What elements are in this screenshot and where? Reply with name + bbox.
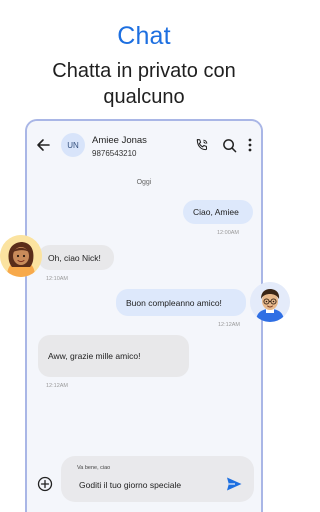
message-bubble[interactable]: Buon compleanno amico!: [116, 289, 246, 316]
contact-avatar[interactable]: UN: [61, 133, 85, 157]
promo-subtitle: Chatta in privato con qualcuno: [0, 58, 288, 110]
promo-title: Chat: [117, 22, 171, 50]
message-time: 12:00AM: [217, 230, 240, 236]
search-icon[interactable]: [221, 137, 237, 153]
promo-subtitle-line1: Chatta in privato con: [52, 60, 236, 82]
message-time: 12:12AM: [46, 383, 69, 389]
add-attachment-icon[interactable]: [37, 476, 53, 492]
phone-frame: UN Amiee Jonas 9876543210 Oggi Ciao, Ami…: [25, 119, 263, 512]
contact-phone: 9876543210: [92, 149, 137, 158]
promo-subtitle-line2: qualcuno: [103, 86, 185, 108]
message-bubble[interactable]: Aww, grazie mille amico!: [38, 335, 189, 377]
message-time: 12:12AM: [218, 322, 241, 328]
reply-preview: Va bene, ciao: [77, 465, 111, 471]
back-icon[interactable]: [33, 135, 53, 155]
call-icon[interactable]: [194, 137, 210, 153]
message-bubble[interactable]: Oh, ciao Nick!: [38, 245, 114, 270]
date-separator: Oggi: [136, 179, 152, 186]
more-vertical-icon[interactable]: [245, 137, 255, 153]
message-input-text[interactable]: Goditi il tuo giorno speciale: [79, 480, 181, 490]
chat-header: UN Amiee Jonas 9876543210: [27, 121, 261, 169]
message-time: 12:10AM: [46, 276, 69, 282]
send-icon[interactable]: [225, 475, 243, 493]
male-avatar: [250, 282, 290, 322]
message-composer: Va bene, ciao Goditi il tuo giorno speci…: [27, 451, 261, 511]
contact-name[interactable]: Amiee Jonas: [92, 135, 147, 146]
female-avatar: [0, 235, 42, 277]
message-bubble[interactable]: Ciao, Amiee: [183, 200, 253, 224]
